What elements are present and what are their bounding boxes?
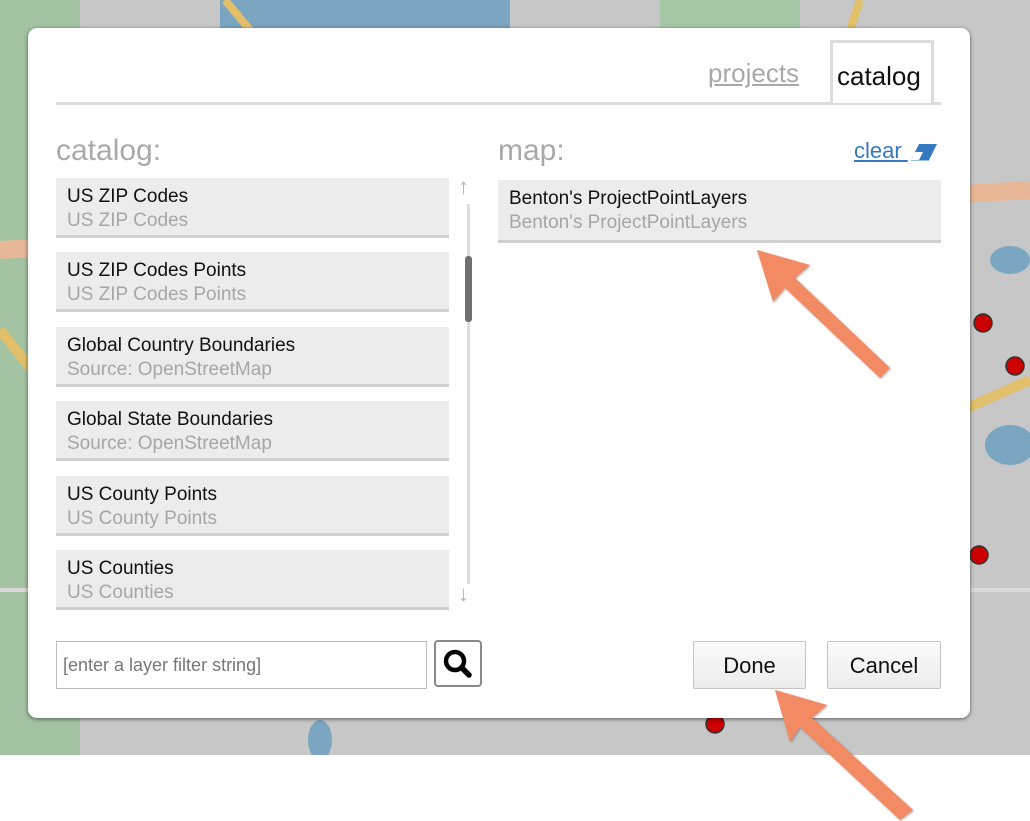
catalog-item[interactable]: US ZIP Codes Points US ZIP Codes Points	[56, 252, 449, 312]
layer-filter-input[interactable]	[56, 641, 427, 689]
catalog-item[interactable]: US ZIP Codes US ZIP Codes	[56, 178, 449, 238]
tab-bar: projects catalog	[56, 38, 941, 105]
clear-link[interactable]: clear	[854, 138, 938, 164]
layer-catalog-dialog: projects catalog catalog: US ZIP Codes U…	[28, 28, 970, 718]
map-layer-subtitle: Benton's ProjectPointLayers	[509, 212, 748, 233]
tab-projects[interactable]: projects	[708, 58, 799, 89]
map-layer-title: Benton's ProjectPointLayers	[509, 188, 748, 209]
map-layer-item[interactable]: Benton's ProjectPointLayers Benton's Pro…	[498, 180, 941, 243]
cancel-button[interactable]: Cancel	[827, 641, 941, 689]
catalog-item-subtitle: US Counties	[67, 582, 174, 603]
catalog-item-title: US County Points	[67, 484, 217, 505]
search-button[interactable]	[434, 640, 482, 687]
catalog-item-subtitle: US ZIP Codes Points	[67, 284, 247, 305]
map-park-area	[660, 0, 800, 30]
tab-catalog[interactable]: catalog	[830, 40, 934, 103]
catalog-item[interactable]: US County Points US County Points	[56, 476, 449, 536]
scroll-down-arrow-icon[interactable]: ↓	[458, 581, 469, 607]
catalog-list[interactable]: US ZIP Codes US ZIP Codes US ZIP Codes P…	[56, 178, 449, 613]
catalog-item-title: US ZIP Codes	[67, 186, 189, 207]
catalog-item-title: Global Country Boundaries	[67, 335, 296, 356]
catalog-item-subtitle: US ZIP Codes	[67, 210, 189, 231]
done-button[interactable]: Done	[693, 641, 806, 689]
map-point[interactable]	[973, 313, 993, 333]
map-point[interactable]	[969, 545, 989, 565]
catalog-item-subtitle: US County Points	[67, 508, 217, 529]
catalog-item-title: Global State Boundaries	[67, 409, 273, 430]
tab-catalog-label: catalog	[837, 61, 921, 91]
catalog-heading: catalog:	[56, 134, 162, 167]
catalog-item-title: US ZIP Codes Points	[67, 260, 247, 281]
map-lake	[990, 246, 1030, 274]
map-lake	[220, 0, 510, 30]
catalog-item[interactable]: US Counties US Counties	[56, 550, 449, 610]
search-icon	[443, 649, 472, 678]
catalog-item[interactable]: Global State Boundaries Source: OpenStre…	[56, 401, 449, 461]
scroll-up-arrow-icon[interactable]: ↑	[458, 174, 469, 200]
catalog-item-subtitle: Source: OpenStreetMap	[67, 359, 272, 380]
map-lake	[308, 720, 332, 755]
map-road	[846, 0, 864, 32]
map-lake	[985, 425, 1030, 465]
map-heading: map:	[498, 134, 565, 167]
catalog-item[interactable]: Global Country Boundaries Source: OpenSt…	[56, 327, 449, 387]
scrollbar-thumb[interactable]	[465, 256, 472, 322]
catalog-item-subtitle: Source: OpenStreetMap	[67, 433, 272, 454]
clear-label: clear	[854, 138, 902, 163]
eraser-icon	[910, 144, 937, 161]
map-point[interactable]	[1005, 356, 1025, 376]
catalog-item-title: US Counties	[67, 558, 174, 579]
